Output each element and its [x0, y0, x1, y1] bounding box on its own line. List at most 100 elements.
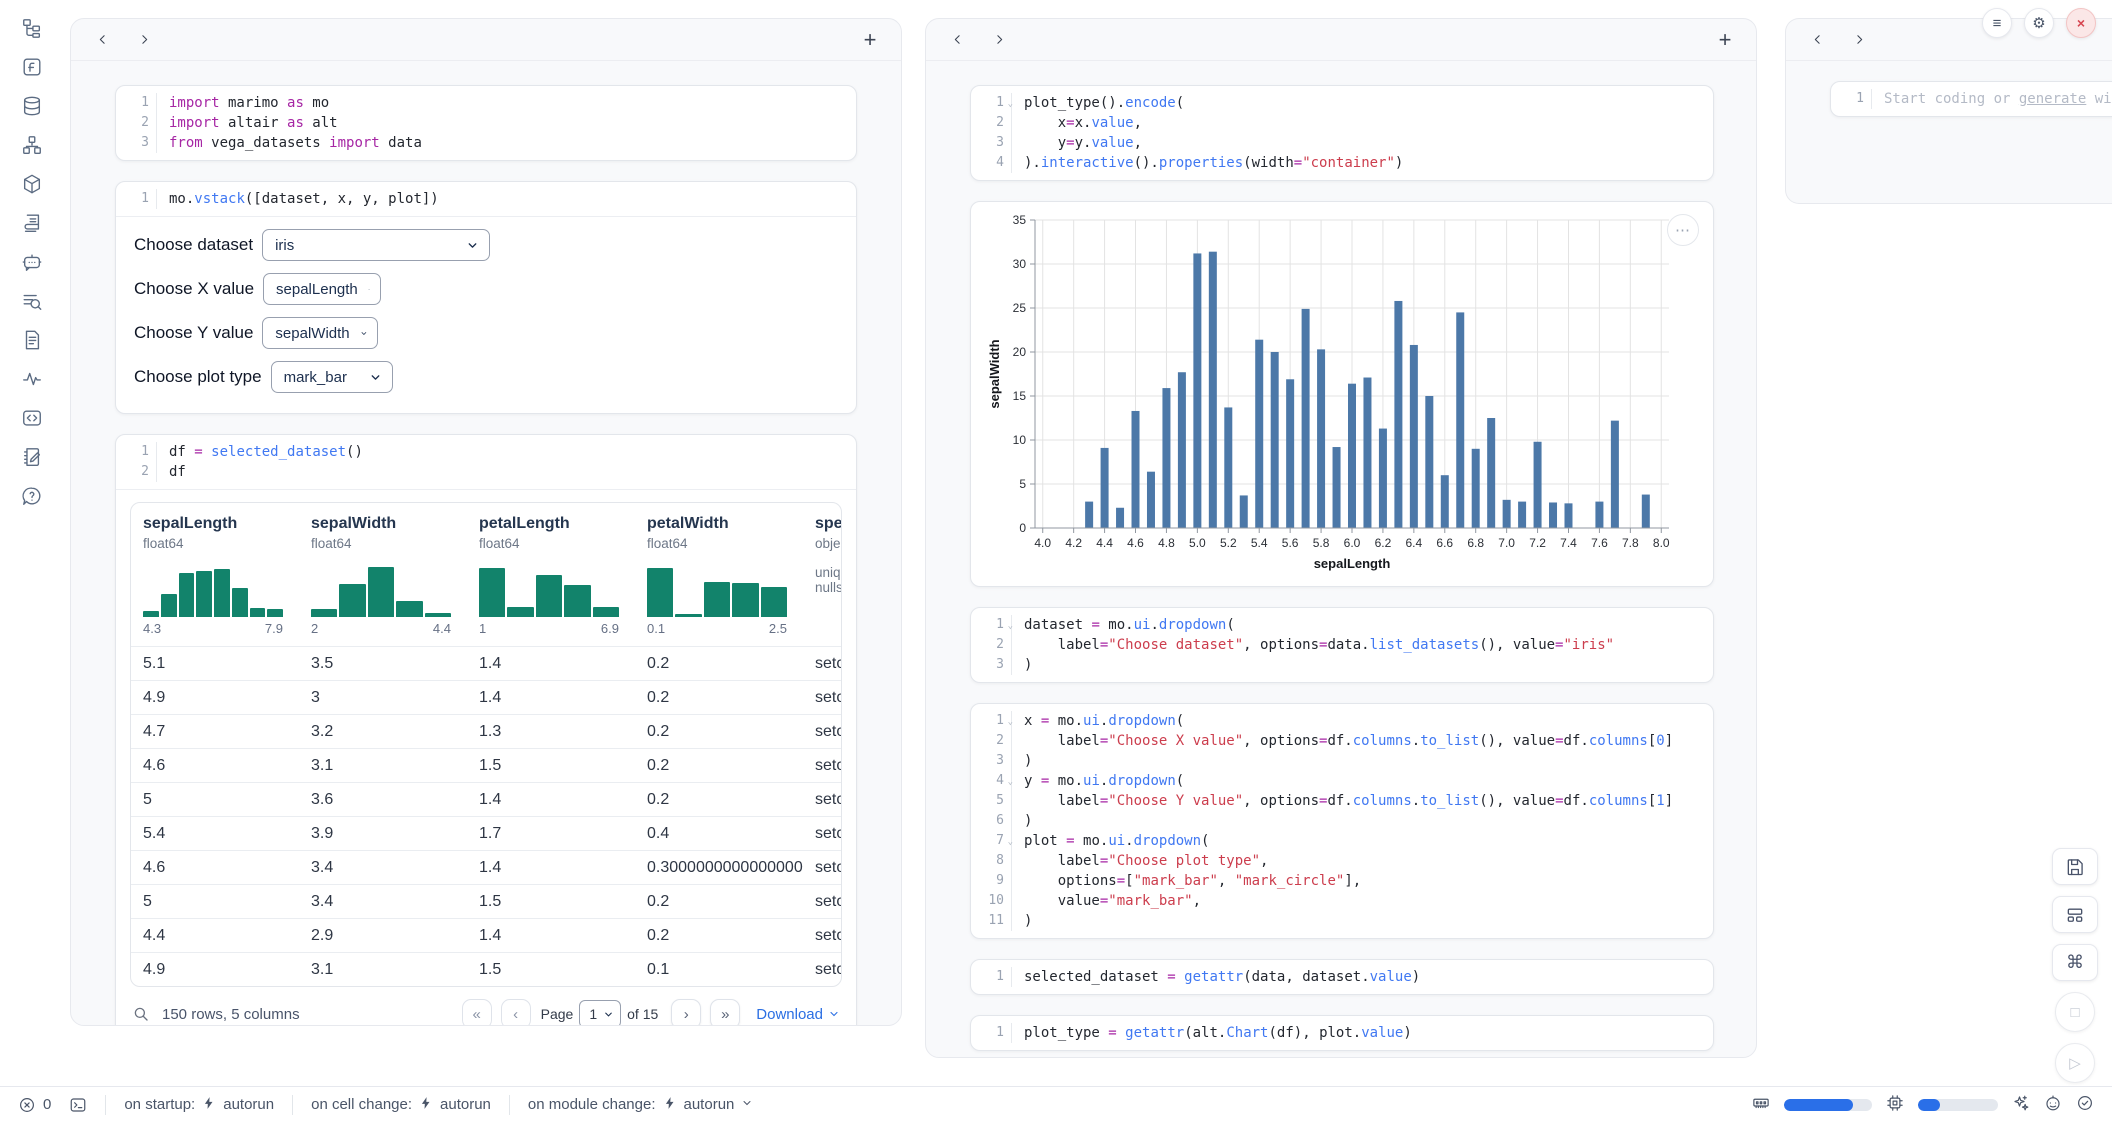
close-panel-button[interactable]: ×: [2066, 8, 2096, 38]
plot-cell[interactable]: 1⌄plot_type().encode(2 x=x.value,3 y=y.v…: [970, 85, 1714, 181]
vstack-cell[interactable]: 1mo.vstack([dataset, x, y, plot]) Choose …: [115, 181, 857, 414]
packages-icon[interactable]: [20, 172, 44, 196]
fold-arrow-icon[interactable]: ⌄: [1008, 712, 1013, 732]
chart-output-cell: 4.04.24.44.64.85.05.25.45.65.86.06.26.46…: [970, 201, 1714, 587]
logs-icon[interactable]: [20, 289, 44, 313]
menu-button[interactable]: ≡: [1982, 8, 2012, 38]
column-header-sepalLength[interactable]: sepalLengthfloat644.37.9: [131, 515, 299, 636]
choose-x-value-select[interactable]: sepalLength: [263, 273, 381, 305]
column-header-speci[interactable]: speciobjecuniqunulls:: [803, 515, 841, 636]
table-row[interactable]: 5.13.51.40.2setos: [131, 646, 841, 680]
next-page-button[interactable]: ›: [671, 999, 701, 1026]
fold-arrow-icon[interactable]: ⌄: [1008, 832, 1013, 852]
column-header-sepalWidth[interactable]: sepalWidthfloat6424.4: [299, 515, 467, 636]
dependency-graph-icon[interactable]: [20, 133, 44, 157]
control-row: Choose datasetiris: [134, 229, 838, 261]
documentation-icon[interactable]: [20, 211, 44, 235]
table-row[interactable]: 4.63.41.40.30000000000000004setos: [131, 850, 841, 884]
help-icon[interactable]: [20, 484, 44, 508]
layout-button[interactable]: [2052, 896, 2098, 933]
search-icon[interactable]: [132, 1005, 150, 1023]
code-editor[interactable]: 1import marimo as mo2import altair as al…: [116, 86, 856, 160]
keyboard-shortcuts-button[interactable]: ⌘: [2052, 944, 2098, 981]
fold-arrow-icon[interactable]: ⌄: [1008, 772, 1013, 792]
on-cell-change-toggle[interactable]: on cell change: autorun: [311, 1096, 491, 1114]
plot-type-cell[interactable]: 1plot_type = getattr(alt.Chart(df), plot…: [970, 1015, 1714, 1051]
code-editor[interactable]: 1plot_type = getattr(alt.Chart(df), plot…: [971, 1016, 1713, 1050]
chevron-left-icon[interactable]: [948, 31, 966, 49]
file-explorer-icon[interactable]: [20, 16, 44, 40]
scratchpad-icon[interactable]: [20, 445, 44, 469]
column-name: petalWidth: [647, 515, 803, 533]
on-startup-toggle[interactable]: on startup: autorun: [124, 1096, 274, 1114]
download-button[interactable]: Download: [756, 1006, 840, 1023]
line-number: 2: [971, 113, 1011, 133]
table-row[interactable]: 4.63.11.50.2setos: [131, 748, 841, 782]
selected-dataset-cell[interactable]: 1selected_dataset = getattr(data, datase…: [970, 959, 1714, 995]
fold-arrow-icon[interactable]: ⌄: [1008, 94, 1013, 114]
chat-icon[interactable]: [20, 250, 44, 274]
run-button[interactable]: ▷: [2055, 1043, 2095, 1083]
svg-text:7.2: 7.2: [1529, 536, 1546, 550]
tracing-icon[interactable]: [20, 367, 44, 391]
choose-dataset-select[interactable]: iris: [262, 229, 490, 261]
generate-link[interactable]: generate: [2019, 91, 2086, 107]
stop-button[interactable]: □: [2055, 992, 2095, 1032]
dataframe-cell[interactable]: 1df = selected_dataset()2df sepalLengthfl…: [115, 434, 857, 1026]
fold-arrow-icon[interactable]: ⌄: [1008, 616, 1013, 636]
datasources-icon[interactable]: [20, 94, 44, 118]
chevron-left-icon[interactable]: [93, 31, 111, 49]
table-row[interactable]: 4.42.91.40.2setos: [131, 918, 841, 952]
table-row[interactable]: 53.41.50.2setos: [131, 884, 841, 918]
table-cell: 5.1: [131, 655, 299, 673]
code-editor[interactable]: 1⌄plot_type().encode(2 x=x.value,3 y=y.v…: [971, 86, 1713, 180]
table-row[interactable]: 4.93.11.50.1setos: [131, 952, 841, 986]
errors-indicator[interactable]: 0: [18, 1096, 51, 1114]
choose-plot-type-select[interactable]: mark_bar: [271, 361, 393, 393]
code-editor[interactable]: 1mo.vstack([dataset, x, y, plot]): [116, 182, 856, 216]
assistant-robot-button[interactable]: [2044, 1094, 2062, 1116]
page-select[interactable]: 1: [579, 1000, 621, 1026]
dataset-dropdown-cell[interactable]: 1⌄dataset = mo.ui.dropdown(2 label="Choo…: [970, 607, 1714, 683]
line-number: 4⌄: [971, 771, 1011, 791]
marimo-file-icon[interactable]: [20, 55, 44, 79]
table-cell: setos: [803, 961, 841, 979]
connection-status-icon[interactable]: [2076, 1094, 2094, 1116]
chart-options-button[interactable]: ⋯: [1667, 214, 1699, 246]
code-editor[interactable]: 1⌄x = mo.ui.dropdown(2 label="Choose X v…: [971, 704, 1713, 938]
table-row[interactable]: 4.73.21.30.2setos: [131, 714, 841, 748]
on-module-change-toggle[interactable]: on module change: autorun: [528, 1096, 753, 1114]
first-page-button[interactable]: «: [462, 999, 492, 1026]
table-cell: 1.4: [467, 655, 635, 673]
snippets-icon[interactable]: [20, 328, 44, 352]
column-header-petalLength[interactable]: petalLengthfloat6416.9: [467, 515, 635, 636]
empty-scratch-cell[interactable]: 1 Start coding or generate with: [1830, 81, 2112, 117]
table-cell: 1.4: [467, 689, 635, 707]
chevron-left-icon[interactable]: [1808, 31, 1826, 49]
chevron-right-icon[interactable]: [1850, 31, 1868, 49]
last-page-button[interactable]: »: [710, 999, 740, 1026]
chevron-right-icon[interactable]: [990, 31, 1008, 49]
choose-y-value-select[interactable]: sepalWidth: [262, 317, 378, 349]
column-header-petalWidth[interactable]: petalWidthfloat640.12.5: [635, 515, 803, 636]
sepalwidth-by-sepallength-bar-chart[interactable]: 4.04.24.44.64.85.05.25.45.65.86.06.26.46…: [985, 210, 1685, 582]
ai-sparkles-button[interactable]: [2012, 1094, 2030, 1116]
settings-gear-button[interactable]: ⚙: [2024, 8, 2054, 38]
add-cell-button[interactable]: +: [1716, 31, 1734, 49]
table-row[interactable]: 5.43.91.70.4setos: [131, 816, 841, 850]
prev-page-button[interactable]: ‹: [501, 999, 531, 1026]
code-editor[interactable]: 1selected_dataset = getattr(data, datase…: [971, 960, 1713, 994]
xy-plot-dropdowns-cell[interactable]: 1⌄x = mo.ui.dropdown(2 label="Choose X v…: [970, 703, 1714, 939]
table-row[interactable]: 4.931.40.2setos: [131, 680, 841, 714]
code-editor[interactable]: 1df = selected_dataset()2df: [116, 435, 856, 489]
table-row[interactable]: 53.61.40.2setos: [131, 782, 841, 816]
code-icon[interactable]: [20, 406, 44, 430]
code-editor[interactable]: 1⌄dataset = mo.ui.dropdown(2 label="Choo…: [971, 608, 1713, 682]
add-cell-button[interactable]: +: [861, 31, 879, 49]
chevron-right-icon[interactable]: [135, 31, 153, 49]
table-cell: 0.2: [635, 689, 803, 707]
terminal-button[interactable]: [69, 1096, 87, 1114]
editor-placeholder[interactable]: Start coding or generate with: [1871, 89, 2112, 109]
imports-cell[interactable]: 1import marimo as mo2import altair as al…: [115, 85, 857, 161]
save-button[interactable]: [2052, 848, 2098, 885]
